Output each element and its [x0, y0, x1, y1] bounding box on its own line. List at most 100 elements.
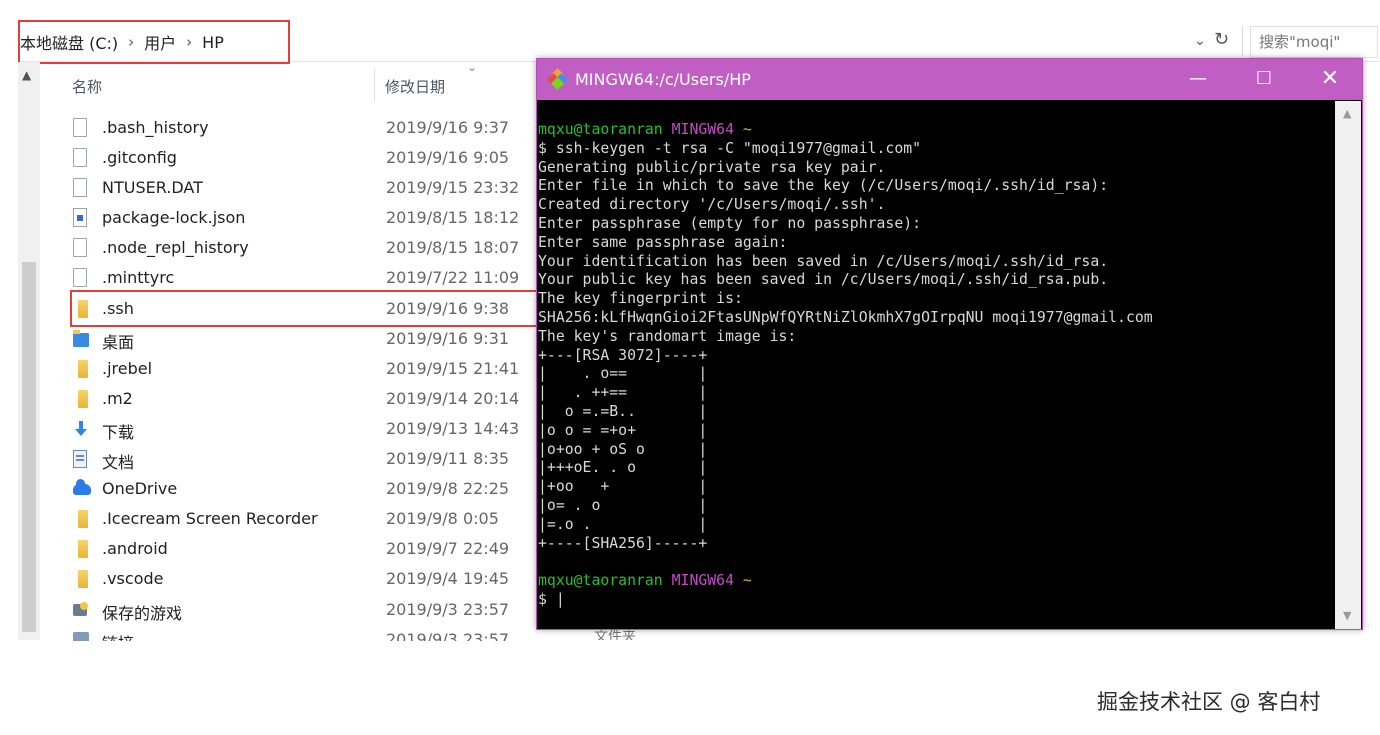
file-row[interactable]: 桌面 2019/9/16 9:31 — [40, 324, 560, 354]
onedrive-icon — [73, 479, 91, 496]
file-date: 2019/9/16 9:05 — [386, 148, 510, 168]
column-header-name[interactable]: 名称 — [72, 76, 102, 97]
terminal-output-line: The key fingerprint is: — [538, 290, 743, 308]
file-row[interactable]: .jrebel 2019/9/15 21:41 — [40, 354, 560, 384]
scroll-up-icon[interactable]: ▲ — [1343, 107, 1351, 120]
file-name: .vscode — [102, 569, 164, 589]
file-name: .minttyrc — [102, 268, 175, 288]
links-folder-icon — [73, 631, 89, 641]
file-row[interactable]: NTUSER.DAT 2019/9/15 23:32 — [40, 173, 560, 203]
input-prompt: $ — [538, 590, 556, 608]
terminal-output-line: The key's randomart image is: — [538, 327, 797, 345]
terminal-output-line: | . ++== | — [538, 384, 708, 402]
file-row[interactable]: OneDrive 2019/9/8 22:25 — [40, 474, 560, 504]
terminal-output-line: Enter file in which to save the key (/c/… — [538, 177, 1109, 195]
file-date: 2019/9/3 23:57 — [386, 599, 510, 619]
terminal-output-line: Generating public/private rsa key pair. — [538, 158, 886, 176]
file-row[interactable]: .android 2019/9/7 22:49 — [40, 534, 560, 564]
file-date: 2019/9/16 9:37 — [386, 118, 510, 137]
terminal-output-line: |o o = =+o+ | — [538, 421, 708, 439]
scroll-down-icon[interactable]: ▼ — [1343, 609, 1351, 622]
file-row[interactable]: package-lock.json 2019/8/15 18:12 — [40, 203, 560, 233]
folder-icon — [78, 359, 88, 378]
file-icon — [73, 238, 87, 258]
prompt-user: mqxu@taoranran — [538, 572, 663, 590]
git-bash-logo-icon — [547, 68, 568, 90]
file-row[interactable]: .gitconfig 2019/9/16 9:05 — [40, 143, 560, 173]
terminal-input-line[interactable]: $ | — [538, 591, 1333, 610]
folder-icon — [78, 540, 88, 559]
file-row[interactable]: .vscode 2019/9/4 19:45 — [40, 564, 560, 594]
terminal-output-line: |+++oE. . o | — [538, 459, 708, 477]
mingw64-terminal-window[interactable]: MINGW64:/c/Users/HP — ☐ ✕ ▲ ▼ mqxu@taora… — [536, 58, 1363, 630]
file-name: 下载 — [102, 422, 135, 442]
watermark-text: 掘金技术社区 @ 客白村 — [1097, 690, 1321, 714]
file-name: .android — [102, 539, 168, 559]
file-row[interactable]: 下载 2019/9/13 14:43 — [40, 414, 560, 444]
terminal-output[interactable]: mqxu@taoranran MINGW64 ~ $ ssh-keygen -t … — [538, 121, 1333, 610]
sort-chevron-icon: ⌄ — [467, 60, 478, 74]
terminal-output-line: +----[SHA256]-----+ — [538, 534, 708, 552]
maximize-button[interactable]: ☐ — [1231, 59, 1297, 100]
file-name: package-lock.json — [102, 208, 246, 228]
file-date: 2019/9/4 19:45 — [386, 569, 510, 589]
file-row[interactable]: .Icecream Screen Recorder 2019/9/8 0:05 — [40, 504, 560, 534]
terminal-command-line: $ ssh-keygen -t rsa -C "moqi1977@gmail.c… — [538, 139, 922, 157]
terminal-output-line: | . o== | — [538, 365, 708, 383]
prompt-host: MINGW64 — [671, 121, 734, 138]
file-date: 2019/8/15 18:12 — [386, 208, 520, 228]
file-name: NTUSER.DAT — [102, 178, 203, 198]
file-icon — [73, 118, 87, 137]
file-name: .Icecream Screen Recorder — [102, 509, 318, 529]
close-button[interactable]: ✕ — [1297, 59, 1363, 100]
desktop-folder-icon — [73, 329, 89, 347]
file-name: .m2 — [102, 388, 133, 408]
file-row[interactable]: 保存的游戏 2019/9/3 23:57 — [40, 595, 560, 625]
terminal-output-line: +---[RSA 3072]----+ — [538, 346, 708, 364]
file-name: OneDrive — [102, 479, 178, 499]
vertical-scrollbar[interactable]: ▲ — [18, 62, 40, 640]
terminal-title: MINGW64:/c/Users/HP — [575, 70, 751, 89]
file-date: 2019/9/16 9:31 — [386, 328, 510, 348]
prompt-path: ~ — [742, 121, 752, 138]
file-row[interactable]: .m2 2019/9/14 20:14 — [40, 384, 560, 414]
scroll-up-icon[interactable]: ▲ — [22, 68, 31, 82]
refresh-icon[interactable]: ↻ — [1214, 29, 1229, 50]
terminal-output-line: Created directory '/c/Users/moqi/.ssh'. — [538, 196, 886, 214]
column-header-date[interactable]: 修改日期 — [385, 76, 445, 97]
terminal-output-line: Your identification has been saved in /c… — [538, 252, 1109, 270]
column-headers: 名称 ⌄ 修改日期 — [40, 60, 560, 104]
scrollbar-thumb[interactable] — [22, 262, 36, 632]
search-input[interactable]: 搜索"moqi" — [1250, 26, 1378, 58]
file-icon — [73, 148, 87, 168]
file-row[interactable]: .bash_history 2019/9/16 9:37 — [40, 113, 560, 143]
file-list: .bash_history 2019/9/16 9:37 .gitconfig 201… — [40, 113, 560, 641]
minimize-button[interactable]: — — [1165, 59, 1231, 100]
column-divider[interactable] — [374, 68, 375, 102]
file-name: 链接 — [102, 630, 134, 641]
file-date: 2019/9/13 14:43 — [386, 418, 520, 438]
chevron-down-icon[interactable]: ⌄ — [1194, 33, 1206, 49]
file-name: .jrebel — [102, 358, 153, 378]
terminal-output-line: | o =.=B.. | — [538, 402, 708, 420]
file-date: 2019/8/15 18:07 — [386, 238, 520, 258]
terminal-output-line: SHA256:kLfHwqnGioi2FtasUNpWfQYRtNiZlOkmh… — [538, 308, 1153, 326]
terminal-output-line: |o+oo + oS o | — [538, 440, 708, 458]
text-cursor: | — [555, 590, 565, 608]
file-icon — [73, 178, 87, 198]
terminal-scrollbar[interactable]: ▲ ▼ — [1335, 101, 1361, 629]
prompt-user: mqxu@taoranran — [538, 121, 663, 138]
file-name: .bash_history — [102, 118, 209, 137]
file-name: 桌面 — [102, 332, 135, 352]
file-row[interactable]: 文档 2019/9/11 8:35 — [40, 444, 560, 474]
file-row[interactable]: 链接 2019/9/3 23:57 — [40, 625, 560, 641]
download-folder-icon — [73, 420, 89, 437]
address-bar[interactable]: 本地磁盘 (C:) › 用户 › HP ⌄ ↻ 搜索"moqi" — [18, 20, 1380, 64]
file-date: 2019/9/8 22:25 — [386, 479, 510, 499]
file-row[interactable]: .node_repl_history 2019/8/15 18:07 — [40, 233, 560, 263]
terminal-output-line: |+oo + | — [538, 478, 708, 496]
file-name: .gitconfig — [102, 148, 177, 168]
terminal-prompt-line: mqxu@taoranran MINGW64 ~ — [538, 572, 1333, 591]
terminal-titlebar[interactable]: MINGW64:/c/Users/HP — ☐ ✕ — [537, 59, 1362, 100]
terminal-output-line: Your public key has been saved in /c/Use… — [538, 271, 1109, 289]
